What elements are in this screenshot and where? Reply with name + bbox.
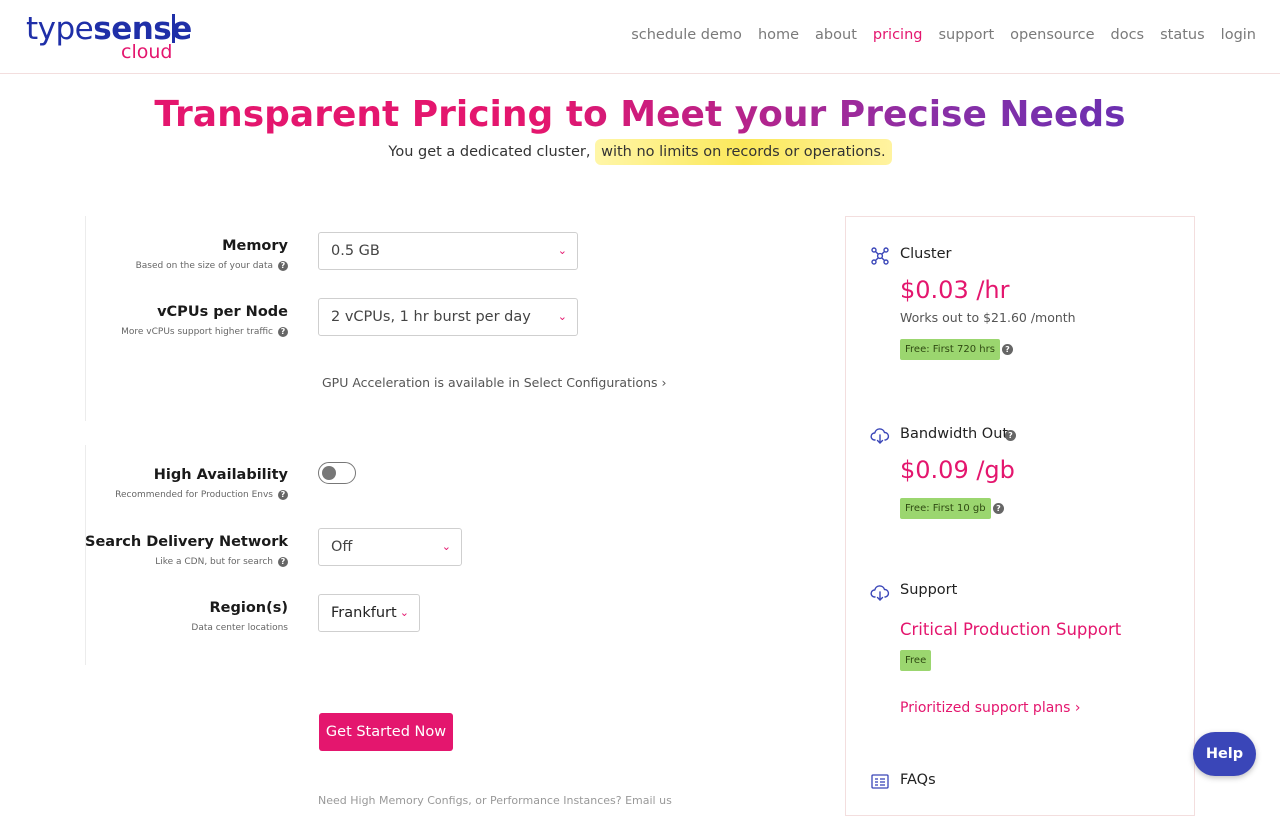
nav-opensource[interactable]: opensource — [1010, 27, 1094, 43]
sdn-hint: Like a CDN, but for search? — [85, 555, 288, 569]
page-title: Transparent Pricing to Meet your Precise… — [154, 94, 1126, 135]
chevron-down-icon: ⌄ — [399, 606, 409, 619]
page-subtitle: You get a dedicated cluster, with no lim… — [0, 139, 1280, 165]
help-button[interactable]: Help — [1193, 732, 1256, 776]
bandwidth-title: Bandwidth Out — [900, 426, 1009, 442]
cluster-price: $0.03 /hr — [900, 276, 1010, 304]
nav-home[interactable]: home — [758, 27, 799, 43]
chevron-down-icon: ⌄ — [557, 310, 567, 323]
cloud-download-icon — [870, 585, 890, 601]
logo-cloud-text: cloud — [121, 41, 173, 63]
nav-schedule-demo[interactable]: schedule demo — [631, 27, 742, 43]
sdn-label-group: Search Delivery Network Like a CDN, but … — [85, 533, 288, 569]
bandwidth-free-badge: Free: First 10 gb — [900, 498, 991, 519]
vcpus-hint: More vCPUs support higher traffic? — [121, 325, 288, 339]
high-availability-label: High Availability — [153, 467, 288, 483]
main-nav: schedule demo home about pricing support… — [631, 27, 1256, 43]
support-title: Support — [900, 582, 958, 598]
footer-note: Need High Memory Configs, or Performance… — [318, 794, 672, 807]
vcpus-label-group: vCPUs per Node More vCPUs support higher… — [121, 303, 288, 339]
bandwidth-price: $0.09 /gb — [900, 456, 1015, 484]
ha-label-group: High Availability Recommended for Produc… — [115, 466, 288, 502]
question-icon[interactable]: ? — [278, 489, 288, 500]
subtitle-highlight: with no limits on records or operations. — [595, 139, 892, 165]
chevron-down-icon: ⌄ — [441, 540, 451, 553]
typesense-cloud-logo[interactable]: typesense cloud — [26, 10, 192, 66]
nav-status[interactable]: status — [1160, 27, 1205, 43]
section-divider — [85, 216, 86, 421]
faqs-title: FAQs — [900, 772, 936, 788]
question-icon[interactable]: ? — [278, 326, 288, 337]
toggle-knob — [322, 466, 336, 480]
pricing-summary-card — [845, 216, 1195, 816]
sdn-label: Search Delivery Network — [85, 534, 288, 550]
question-icon[interactable]: ? — [1002, 344, 1013, 355]
high-availability-hint: Recommended for Production Envs? — [115, 488, 288, 502]
gpu-acceleration-link[interactable]: GPU Acceleration is available in Select … — [322, 375, 667, 390]
regions-label-group: Region(s) Data center locations — [191, 599, 288, 635]
support-free-badge: Free — [900, 650, 932, 671]
cluster-free-badge: Free: First 720 hrs — [900, 339, 1000, 360]
vcpus-label: vCPUs per Node — [157, 304, 288, 320]
vcpus-select[interactable]: 2 vCPUs, 1 hr burst per day ⌄ — [318, 298, 578, 336]
site-header: typesense cloud schedule demo home about… — [0, 0, 1280, 74]
region-select[interactable]: Frankfurt ⌄ — [318, 594, 420, 632]
memory-label: Memory — [222, 238, 288, 254]
question-icon[interactable]: ? — [993, 503, 1004, 514]
cluster-icon — [871, 247, 889, 265]
memory-select[interactable]: 0.5 GB ⌄ — [318, 232, 578, 270]
nav-about[interactable]: about — [815, 27, 857, 43]
question-icon[interactable]: ? — [278, 556, 288, 567]
question-icon[interactable]: ? — [1005, 430, 1016, 441]
nav-pricing[interactable]: pricing — [873, 27, 923, 43]
get-started-button[interactable]: Get Started Now — [319, 713, 453, 751]
sdn-select[interactable]: Off ⌄ — [318, 528, 462, 566]
logo-bar — [172, 14, 175, 43]
regions-label: Region(s) — [209, 600, 288, 616]
memory-hint: Based on the size of your data? — [136, 259, 288, 273]
nav-login[interactable]: login — [1221, 27, 1256, 43]
prioritized-support-link[interactable]: Prioritized support plans › — [900, 700, 1081, 716]
support-plan: Critical Production Support — [900, 620, 1122, 639]
regions-hint: Data center locations — [191, 623, 288, 633]
cloud-download-icon — [870, 428, 890, 444]
chevron-down-icon: ⌄ — [557, 244, 567, 257]
cluster-title: Cluster — [900, 246, 952, 262]
high-availability-toggle[interactable] — [318, 462, 356, 484]
memory-label-group: Memory Based on the size of your data? — [136, 237, 288, 273]
nav-docs[interactable]: docs — [1111, 27, 1145, 43]
question-icon[interactable]: ? — [278, 260, 288, 271]
nav-support[interactable]: support — [938, 27, 994, 43]
faq-icon — [871, 774, 889, 789]
cluster-monthly-note: Works out to $21.60 /month — [900, 310, 1076, 325]
